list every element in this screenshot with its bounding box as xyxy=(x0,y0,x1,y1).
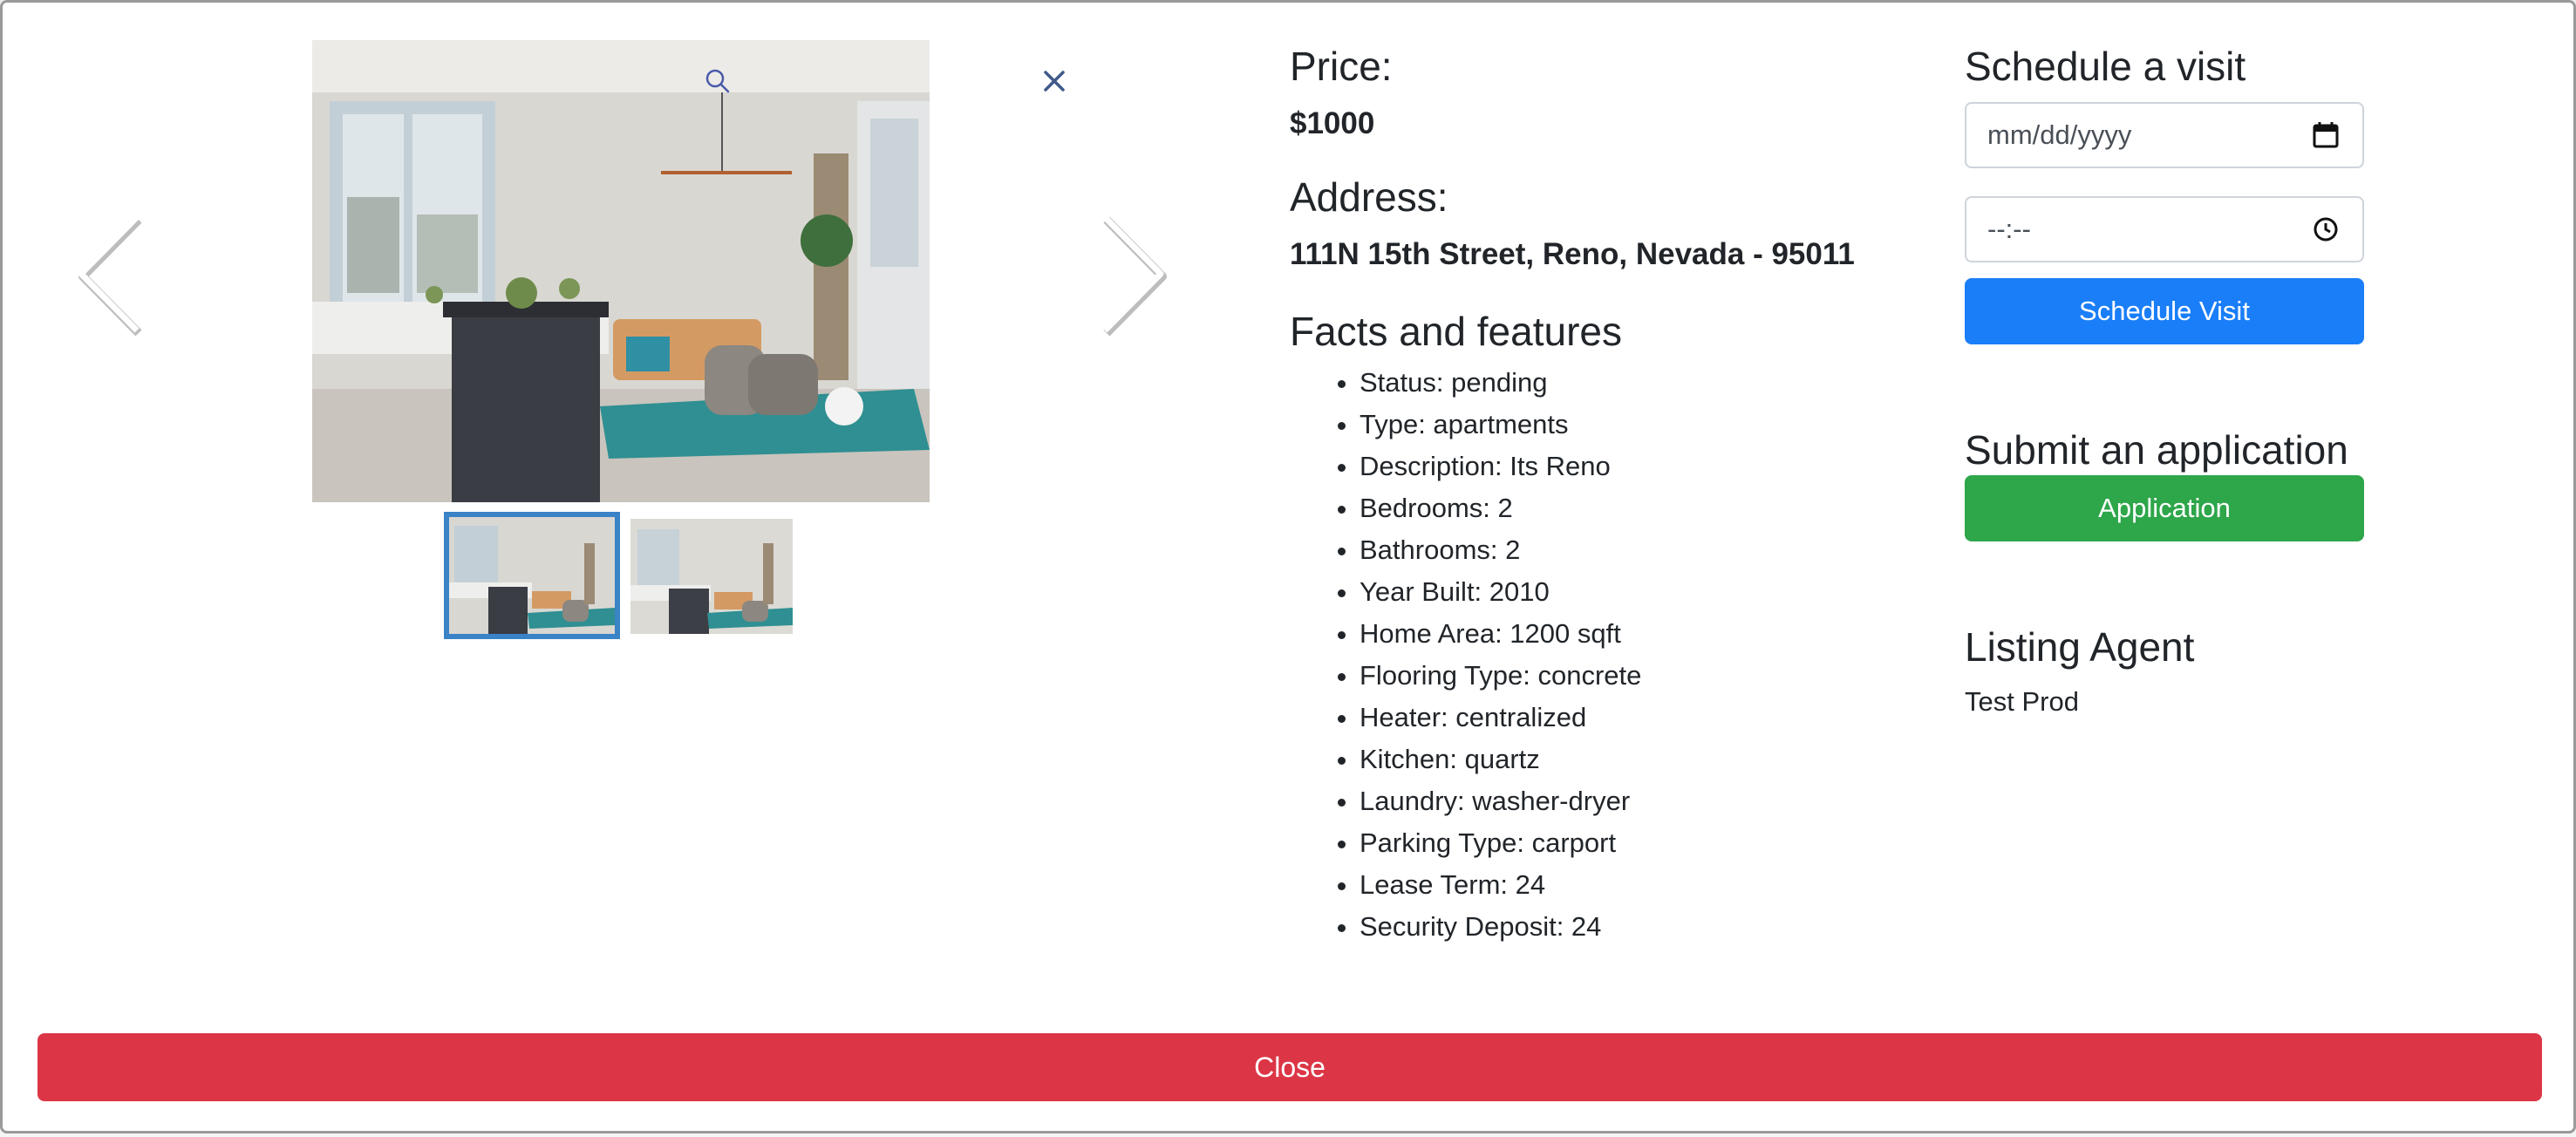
listing-agent-heading: Listing Agent xyxy=(1965,624,2195,670)
actions-column: Schedule a visit mm/dd/yyyy --:-- Schedu… xyxy=(1965,41,2366,721)
fact-item: Bathrooms: 2 xyxy=(1360,529,1918,571)
chevron-left-icon[interactable] xyxy=(71,210,149,337)
facts-heading: Facts and features xyxy=(1290,309,1622,354)
agent-name: Test Prod xyxy=(1965,686,2079,717)
calendar-icon[interactable] xyxy=(2310,119,2341,151)
fact-item: Laundry: washer-dryer xyxy=(1360,780,1918,822)
fact-item: Status: pending xyxy=(1360,362,1918,404)
clock-icon[interactable] xyxy=(2310,214,2341,245)
fact-item: Security Deposit: 24 xyxy=(1360,906,1918,948)
fact-item: Heater: centralized xyxy=(1360,697,1918,739)
price-value: $1000 xyxy=(1290,106,1375,140)
time-placeholder: --:-- xyxy=(1987,214,2031,244)
date-placeholder: mm/dd/yyyy xyxy=(1987,119,2132,150)
schedule-visit-button[interactable]: Schedule Visit xyxy=(1965,278,2364,344)
photo-gallery xyxy=(3,3,1241,683)
zoom-icon[interactable] xyxy=(702,65,733,97)
application-button[interactable]: Application xyxy=(1965,475,2364,541)
fact-item: Description: Its Reno xyxy=(1360,446,1918,487)
property-modal: Price: $1000 Address: 111N 15th Street, … xyxy=(0,0,2576,1134)
thumbnail-1[interactable] xyxy=(444,512,620,639)
fact-item: Flooring Type: concrete xyxy=(1360,655,1918,697)
fact-item: Bedrooms: 2 xyxy=(1360,487,1918,529)
fact-item: Type: apartments xyxy=(1360,404,1918,446)
application-heading: Submit an application xyxy=(1965,427,2348,473)
fact-item: Home Area: 1200 sqft xyxy=(1360,613,1918,655)
property-details: Price: $1000 Address: 111N 15th Street, … xyxy=(1290,41,1918,948)
chevron-right-icon[interactable] xyxy=(1093,210,1171,337)
fact-item: Year Built: 2010 xyxy=(1360,571,1918,613)
fact-item: Parking Type: carport xyxy=(1360,822,1918,864)
address-value: 111N 15th Street, Reno, Nevada - 95011 xyxy=(1290,237,1855,271)
close-button[interactable]: Close xyxy=(37,1033,2542,1101)
main-photo[interactable] xyxy=(312,40,930,502)
date-input[interactable]: mm/dd/yyyy xyxy=(1965,102,2364,168)
time-input[interactable]: --:-- xyxy=(1965,196,2364,262)
fact-item: Lease Term: 24 xyxy=(1360,864,1918,906)
schedule-heading: Schedule a visit xyxy=(1965,44,2246,89)
fact-item: Kitchen: quartz xyxy=(1360,739,1918,780)
price-heading: Price: xyxy=(1290,44,1393,89)
facts-list: Status: pending Type: apartments Descrip… xyxy=(1290,362,1918,948)
thumbnail-strip xyxy=(444,512,793,639)
close-icon[interactable] xyxy=(1039,65,1070,97)
thumbnail-2[interactable] xyxy=(630,519,793,634)
address-heading: Address: xyxy=(1290,174,1448,220)
